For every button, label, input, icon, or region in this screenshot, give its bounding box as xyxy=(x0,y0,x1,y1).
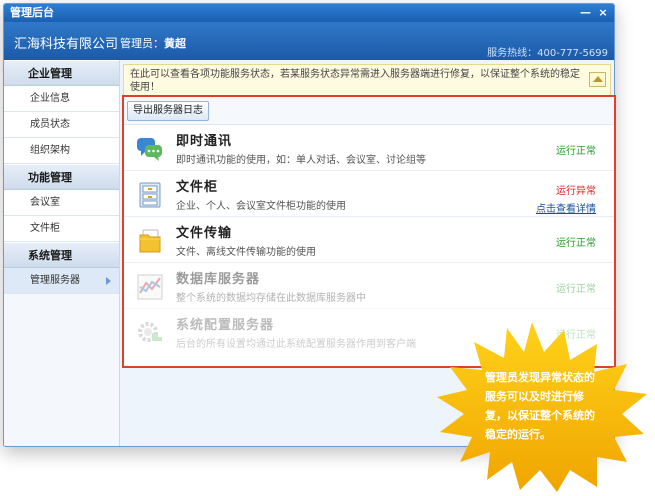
cabinet-icon xyxy=(139,182,161,208)
admin-info: 管理员：黄超 xyxy=(120,35,186,51)
sidebar-group-enterprise[interactable]: 企业管理 xyxy=(4,60,119,86)
sidebar-group-features[interactable]: 功能管理 xyxy=(4,164,119,190)
service-name: 文件柜 xyxy=(176,180,219,195)
service-name: 文件传输 xyxy=(176,226,233,241)
status-badge: 运行正常 xyxy=(556,284,596,295)
minimize-button[interactable]: — xyxy=(580,4,591,22)
app-header: 汇海科技有限公司 管理员：黄超 服务热线：400-777-5699 xyxy=(4,22,614,60)
service-row-im: 即时通讯 即时通讯功能的使用，如：单人对话、会议室、讨论组等 运行正常 xyxy=(124,126,614,171)
callout-text: 管理员发现异常状态的 服务可以及时进行修 复，以保证整个系统的 稳定的运行。 xyxy=(485,368,625,444)
service-row-file-transfer: 文件传输 文件、离线文件传输功能的使用 运行正常 xyxy=(124,218,614,263)
sidebar-item-enterprise-info[interactable]: 企业信息 xyxy=(4,86,119,112)
collapse-button[interactable] xyxy=(589,72,606,87)
notice-bar: 在此可以查看各项功能服务状态，若某服务状态异常需进入服务器端进行修复，以保证整个… xyxy=(123,64,611,96)
toolbar: 导出服务器日志 xyxy=(124,97,614,125)
company-name: 汇海科技有限公司 xyxy=(14,37,119,52)
window-title: 管理后台 xyxy=(10,6,54,19)
service-desc: 文件、离线文件传输功能的使用 xyxy=(176,247,316,258)
service-desc: 即时通讯功能的使用，如：单人对话、会议室、讨论组等 xyxy=(176,155,426,166)
service-desc: 企业、个人、会议室文件柜功能的使用 xyxy=(176,201,346,212)
service-name: 即时通讯 xyxy=(176,134,233,149)
sidebar-item-server-manage[interactable]: 管理服务器 xyxy=(4,268,119,294)
admin-label: 管理员： xyxy=(120,37,164,50)
callout-line: 稳定的运行。 xyxy=(485,428,551,441)
sidebar-item-file-cabinet[interactable]: 文件柜 xyxy=(4,216,119,242)
notice-text: 在此可以查看各项功能服务状态，若某服务状态异常需进入服务器端进行修复，以保证整个… xyxy=(130,69,580,93)
title-bar: 管理后台 — × xyxy=(4,4,614,22)
admin-name: 黄超 xyxy=(164,37,186,50)
callout-line: 服务可以及时进行修 xyxy=(485,390,584,403)
sidebar-item-org-structure[interactable]: 组织架构 xyxy=(4,138,119,164)
export-log-button[interactable]: 导出服务器日志 xyxy=(127,101,209,121)
service-desc: 整个系统的数据均存储在此数据库服务器中 xyxy=(176,293,366,304)
callout-line: 复，以保证整个系统的 xyxy=(485,409,595,422)
chat-bubbles-icon xyxy=(137,138,162,161)
sidebar-group-system[interactable]: 系统管理 xyxy=(4,242,119,268)
service-row-file-cabinet: 文件柜 企业、个人、会议室文件柜功能的使用 运行异常 点击查看详情 xyxy=(124,172,614,217)
sidebar-item-member-status[interactable]: 成员状态 xyxy=(4,112,119,138)
service-hotline: 服务热线：400-777-5699 xyxy=(487,48,608,59)
close-button[interactable]: × xyxy=(598,4,608,22)
sidebar-item-meeting-room[interactable]: 会议室 xyxy=(4,190,119,216)
status-badge: 运行正常 xyxy=(556,238,596,249)
chart-icon xyxy=(137,274,163,300)
service-name: 数据库服务器 xyxy=(176,272,261,287)
status-badge: 运行正常 xyxy=(556,146,596,157)
service-desc: 后台的所有设置均通过此系统配置服务器作用到客户端 xyxy=(176,339,416,350)
gear-icon xyxy=(138,322,162,342)
view-details-link[interactable]: 点击查看详情 xyxy=(536,200,596,215)
sidebar: 企业管理 企业信息 成员状态 组织架构 功能管理 会议室 文件柜 系统管理 管理… xyxy=(4,60,120,446)
status-badge: 运行异常 xyxy=(556,186,596,197)
service-row-database: 数据库服务器 整个系统的数据均存储在此数据库服务器中 运行正常 xyxy=(124,264,614,309)
chevron-right-icon xyxy=(106,277,111,285)
folder-icon xyxy=(139,229,161,253)
service-name: 系统配置服务器 xyxy=(176,318,275,333)
sidebar-item-label: 管理服务器 xyxy=(30,275,80,286)
callout-line: 管理员发现异常状态的 xyxy=(485,371,595,384)
